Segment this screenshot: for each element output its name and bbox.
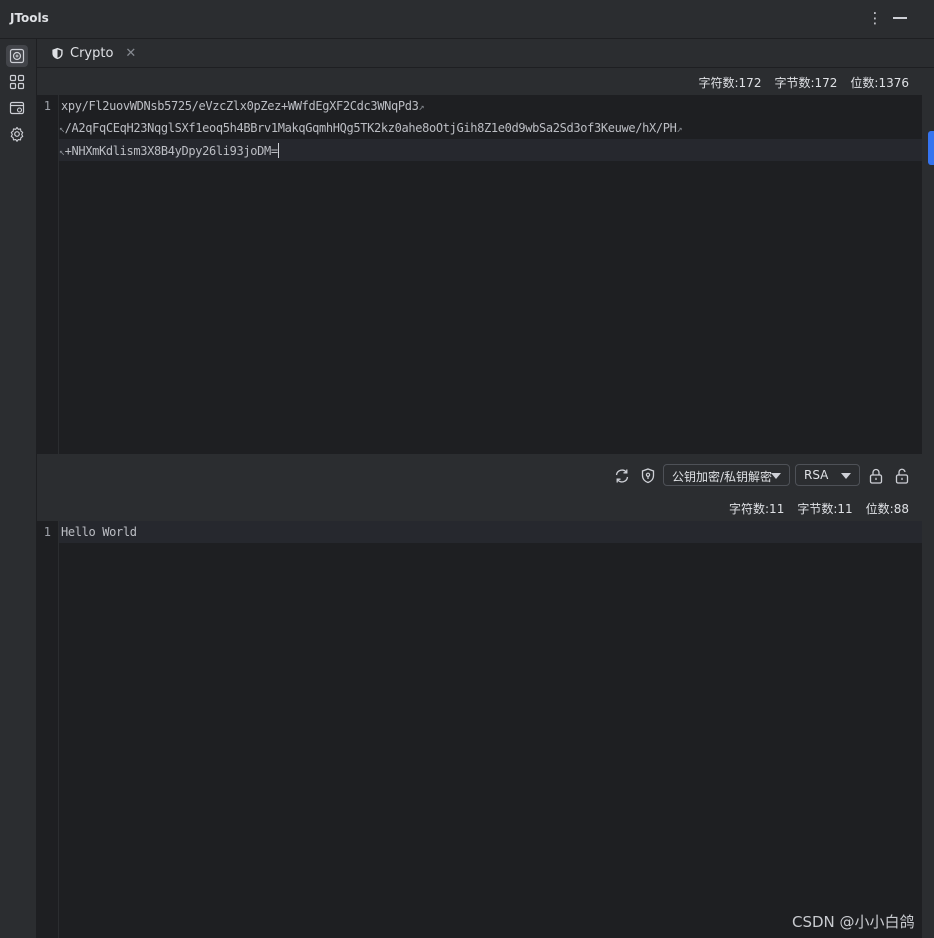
minimize-icon[interactable] (893, 17, 907, 19)
algorithm-select[interactable]: RSA (795, 464, 860, 486)
mode-select-value: 公钥加密/私钥解密 (672, 470, 773, 484)
tool-sidebar (0, 39, 37, 938)
right-scroll-area (922, 95, 934, 938)
tab-label: Crypto (70, 45, 114, 61)
watermark: CSDN @小小白鸽 (792, 913, 915, 931)
lock-icon[interactable] (867, 467, 885, 485)
sidebar-item-apps[interactable] (6, 71, 28, 93)
settings-icon (10, 126, 24, 142)
scrollbar-thumb[interactable] (928, 131, 934, 165)
sidebar-item-settings[interactable] (6, 123, 28, 145)
input-char-count: 字符数:172 (698, 76, 762, 90)
app-title: JTools (10, 11, 49, 25)
output-text: Hello World (61, 525, 137, 539)
window-tool-icon (9, 101, 25, 115)
tab-crypto[interactable]: Crypto ✕ (45, 39, 144, 67)
output-gutter (37, 521, 59, 938)
unlock-icon[interactable] (893, 467, 911, 485)
close-icon[interactable]: ✕ (125, 46, 136, 61)
crypto-toolbar: 公钥加密/私钥解密 RSA (37, 458, 922, 494)
input-line-segment-2: ↖/A2qFqCEqH23NqglSXf1eoq5h4BBrv1MakqGqmh… (59, 121, 683, 135)
crypto-tool-icon (9, 48, 25, 64)
chevron-down-icon (771, 473, 781, 479)
input-stats: 字符数:172 字节数:172 位数:1376 (699, 74, 910, 91)
title-bar: JTools ⋮ (0, 0, 934, 39)
shield-icon (52, 47, 63, 59)
apps-grid-icon (9, 74, 25, 90)
output-bit-count: 位数:88 (865, 502, 909, 516)
output-line-number: 1 (43, 525, 51, 539)
soft-wrap-icon: ↗ (676, 124, 683, 135)
text-caret (277, 143, 279, 158)
refresh-icon[interactable] (613, 467, 631, 485)
more-vertical-icon[interactable]: ⋮ (866, 9, 884, 27)
output-stats: 字符数:11 字节数:11 位数:88 (729, 500, 909, 517)
shield-key-icon[interactable] (639, 467, 657, 485)
input-bit-count: 位数:1376 (850, 76, 909, 90)
input-gutter (37, 95, 59, 454)
soft-wrap-icon: ↗ (418, 102, 425, 113)
output-editor[interactable]: 1 Hello World (37, 521, 922, 938)
input-line-segment-1: xpy/Fl2uovWDNsb5725/eVzcZlx0pZez+WWfdEgX… (61, 99, 425, 113)
input-byte-count: 字节数:172 (774, 76, 838, 90)
mode-select[interactable]: 公钥加密/私钥解密 (663, 464, 790, 486)
output-char-count: 字符数:11 (729, 502, 785, 516)
sidebar-item-crypto[interactable] (6, 45, 28, 67)
input-line-segment-3: ↖+NHXmKdlism3X8B4yDpy26li93joDM= (59, 143, 279, 158)
input-line-number: 1 (43, 99, 51, 113)
chevron-down-icon (841, 473, 851, 479)
input-editor[interactable]: 1 xpy/Fl2uovWDNsb5725/eVzcZlx0pZez+WWfdE… (37, 95, 922, 454)
sidebar-item-window[interactable] (6, 97, 28, 119)
current-line-highlight (59, 521, 922, 543)
output-byte-count: 字节数:11 (797, 502, 853, 516)
algorithm-select-value: RSA (804, 468, 829, 482)
tab-bar: Crypto ✕ (37, 39, 934, 68)
